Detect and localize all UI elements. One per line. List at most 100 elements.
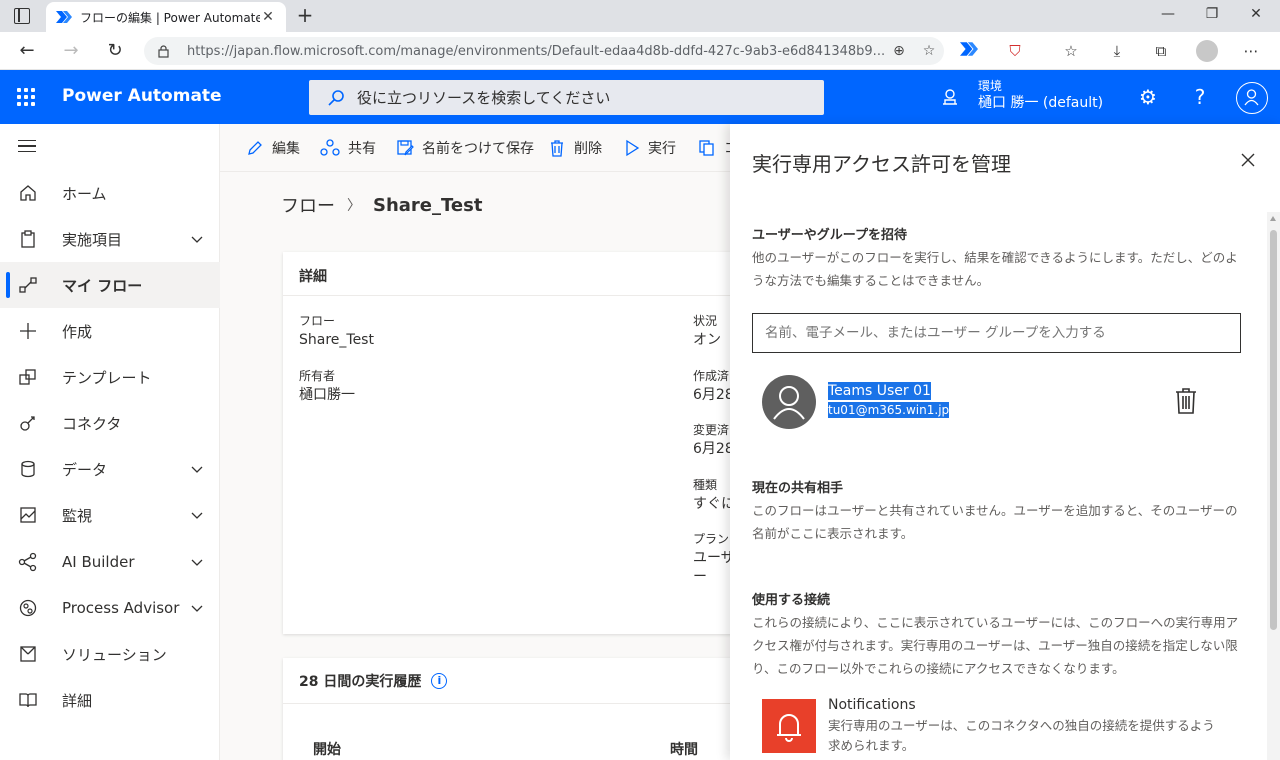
pencil-icon: [248, 141, 262, 155]
modified-field: 変更済 6月28: [693, 421, 734, 459]
nav-item-connectors[interactable]: コネクタ: [0, 400, 220, 446]
process-advisor-icon: [19, 599, 37, 617]
search-icon: [328, 89, 344, 106]
owner-field: 所有者 樋口勝一: [299, 367, 355, 405]
connections-heading: 使用する接続: [752, 593, 831, 608]
maximize-button[interactable]: ❐: [1202, 6, 1222, 22]
forward-button[interactable]: →: [60, 40, 82, 62]
run-button[interactable]: 実行: [624, 138, 676, 158]
tab-actions-icon[interactable]: [14, 8, 30, 24]
template-icon: [19, 369, 36, 385]
breadcrumb-separator-icon: 〉: [347, 198, 361, 214]
search-placeholder: 役に立つリソースを検索してください: [357, 89, 611, 107]
chevron-down-icon: [191, 559, 203, 566]
nav-label: 詳細: [62, 691, 93, 710]
nav-item-process-advisor[interactable]: Process Advisor: [0, 585, 220, 631]
browser-tab-bar: フローの編集 | Power Automate ✕ + — ❐ ✕: [0, 0, 1280, 32]
panel-title: 実行専用アクセス許可を管理: [752, 152, 1011, 176]
new-tab-button[interactable]: +: [294, 4, 316, 26]
remove-user-trash-icon[interactable]: [1174, 387, 1198, 415]
help-icon[interactable]: ?: [1188, 85, 1212, 109]
nav-label: コネクタ: [62, 414, 122, 433]
nav-item-create[interactable]: 作成: [0, 308, 220, 354]
shield-extension-icon[interactable]: ⛉: [1004, 41, 1026, 61]
close-icon[interactable]: [1240, 152, 1256, 168]
edit-button[interactable]: 編集: [246, 138, 300, 158]
database-icon: [21, 460, 35, 478]
type-field-label: 種類: [693, 478, 718, 492]
back-button[interactable]: ←: [16, 40, 38, 62]
nav-item-solutions[interactable]: ソリューション: [0, 631, 220, 677]
url-field[interactable]: https://japan.flow.microsoft.com/manage/…: [144, 37, 944, 65]
address-bar: ← → ↻ https://japan.flow.microsoft.com/m…: [0, 32, 1280, 70]
nav-label: Process Advisor: [62, 599, 180, 617]
resource-search-input[interactable]: 役に立つリソースを検索してください: [309, 80, 824, 115]
command-bar: 編集 共有 名前をつけて保存 削除 実行 コ: [220, 124, 740, 172]
tab-close-icon[interactable]: ✕: [260, 9, 276, 25]
breadcrumb-root[interactable]: フロー: [281, 192, 335, 218]
zoom-icon[interactable]: ⊕: [884, 43, 914, 59]
environment-selector[interactable]: 環境 樋口 勝一 (default): [978, 78, 1103, 112]
connector-icon: [20, 416, 35, 431]
app-brand[interactable]: Power Automate: [62, 86, 222, 106]
app-launcher-icon[interactable]: [17, 88, 35, 106]
chevron-down-icon: [191, 466, 203, 473]
modified-field-value: 6月28: [693, 441, 734, 457]
invite-user-input[interactable]: [752, 313, 1241, 353]
collections-icon[interactable]: ⧉: [1150, 41, 1172, 61]
created-field-label: 作成済: [693, 369, 730, 383]
share-icon: [320, 139, 340, 156]
minimize-button[interactable]: —: [1158, 6, 1178, 22]
nav-item-my-flows[interactable]: マイ フロー: [0, 262, 220, 308]
power-automate-extension-icon[interactable]: [958, 41, 980, 61]
lock-icon: [158, 44, 169, 58]
more-options-icon[interactable]: ⋯: [1240, 41, 1262, 61]
breadcrumb: フロー 〉 Share_Test: [281, 192, 482, 218]
nav-label: ソリューション: [62, 645, 167, 664]
nav-item-data[interactable]: データ: [0, 446, 220, 492]
invite-heading: ユーザーやグループを招待: [752, 228, 907, 243]
refresh-button[interactable]: ↻: [104, 40, 126, 62]
close-window-button[interactable]: ✕: [1246, 6, 1266, 22]
nav-item-learn[interactable]: 詳細: [0, 677, 220, 723]
save-as-icon: [397, 140, 414, 156]
account-avatar[interactable]: [1236, 82, 1268, 114]
add-favorite-icon[interactable]: ☆: [914, 43, 944, 59]
nav-label: ホーム: [62, 184, 107, 203]
run-label: 実行: [648, 141, 676, 157]
delete-button[interactable]: 削除: [548, 138, 602, 158]
nav-label: テンプレート: [62, 368, 152, 387]
column-header-time[interactable]: 時間: [670, 739, 698, 759]
nav-label: データ: [62, 460, 108, 479]
save-as-button[interactable]: 名前をつけて保存: [396, 138, 534, 158]
settings-gear-icon[interactable]: ⚙: [1136, 85, 1160, 109]
nav-item-monitor[interactable]: 監視: [0, 492, 220, 538]
plus-icon: [20, 323, 36, 339]
owner-field-label: 所有者: [299, 369, 336, 383]
info-icon[interactable]: i: [431, 672, 448, 689]
connector-name: Notifications: [828, 697, 916, 713]
panel-scrollbar[interactable]: [1267, 212, 1280, 760]
scroll-up-arrow-icon[interactable]: [1270, 216, 1276, 221]
nav-label: マイ フロー: [62, 276, 143, 295]
solution-icon: [20, 646, 36, 662]
delete-label: 削除: [574, 141, 602, 157]
flow-field-label: フロー: [299, 314, 336, 328]
nav-item-templates[interactable]: テンプレート: [0, 354, 220, 400]
downloads-icon[interactable]: ⤓: [1106, 41, 1128, 61]
browser-tab[interactable]: フローの編集 | Power Automate ✕: [46, 2, 286, 32]
flow-field-value: Share_Test: [299, 332, 374, 348]
scrollbar-thumb[interactable]: [1270, 230, 1277, 630]
share-button[interactable]: 共有: [320, 138, 376, 158]
environment-icon[interactable]: [940, 87, 960, 107]
nav-item-action-items[interactable]: 実施項目: [0, 216, 220, 262]
column-header-start[interactable]: 開始: [313, 739, 341, 759]
created-field-value: 6月28: [693, 387, 734, 403]
favorites-icon[interactable]: ☆: [1060, 41, 1082, 61]
nav-item-ai-builder[interactable]: AI Builder: [0, 539, 220, 585]
nav-item-home[interactable]: ホーム: [0, 170, 220, 216]
hamburger-menu-icon[interactable]: [18, 140, 36, 152]
profile-avatar[interactable]: [1196, 40, 1218, 62]
created-field: 作成済 6月28: [693, 367, 734, 405]
save-as-label: 名前をつけて保存: [422, 141, 534, 157]
